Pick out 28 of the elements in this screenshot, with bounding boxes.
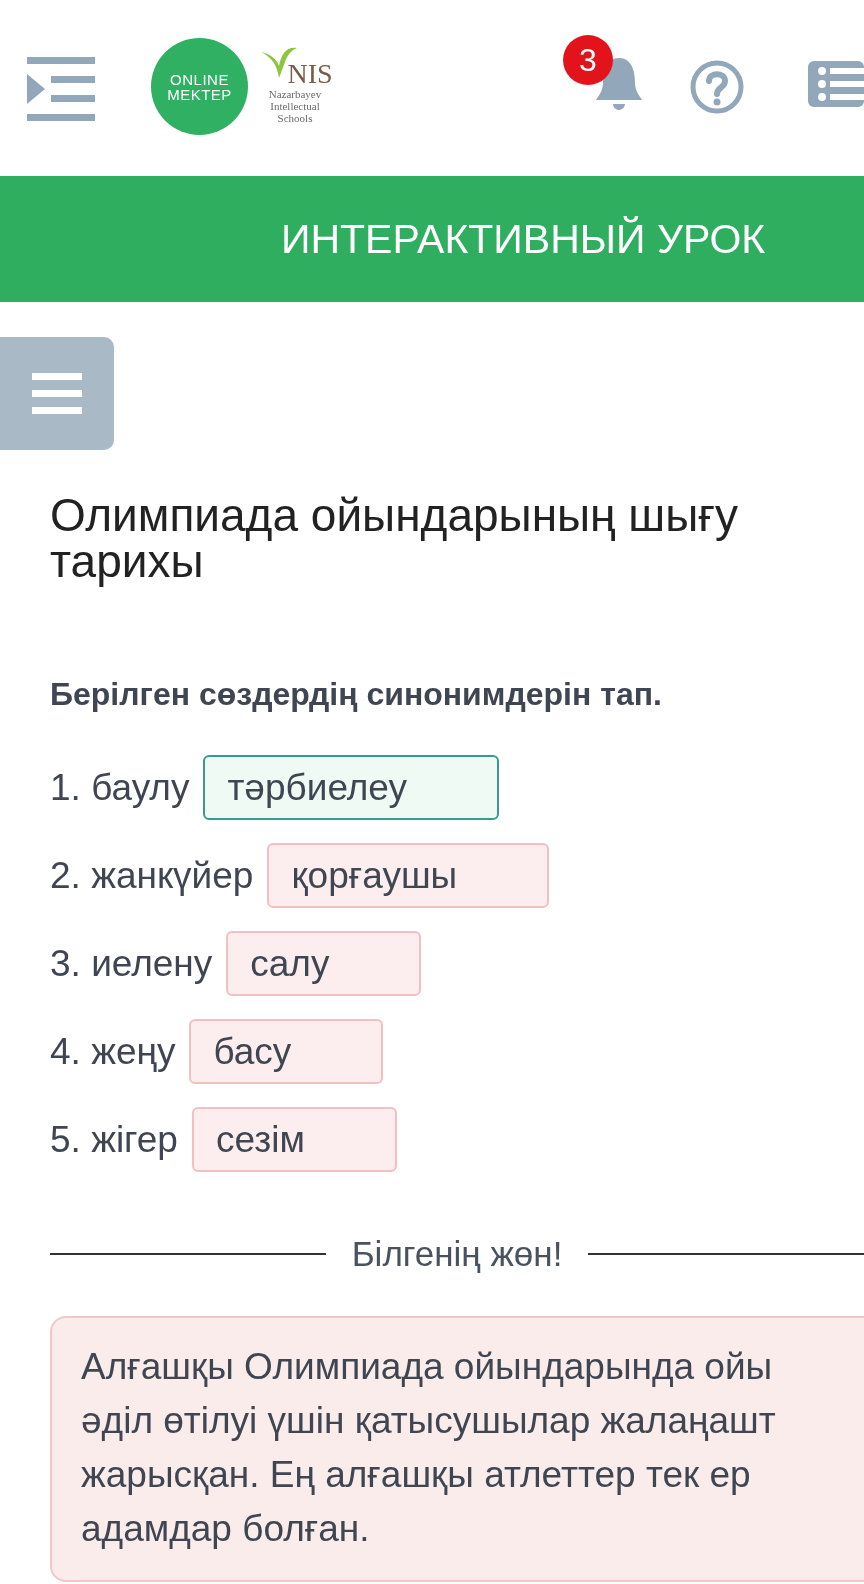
online-mektep-logo: ONLINE MEKTEP xyxy=(151,38,248,135)
help-icon[interactable] xyxy=(690,60,744,114)
instruction: Берілген сөздердің синонимдерін тап. xyxy=(50,676,663,713)
section-heading: Білгенің жөн! xyxy=(351,1234,563,1274)
wrong-answer-field[interactable]: сезім xyxy=(191,1107,397,1172)
wrong-answer-field[interactable]: қорғаушы xyxy=(267,843,550,908)
word-label: 5. жігер xyxy=(50,1118,178,1161)
fact-text: Алғашқы Олимпиада ойындарында ойы xyxy=(81,1345,774,1389)
fact-text: адамдар болған. xyxy=(81,1507,371,1551)
bell-icon[interactable] xyxy=(594,56,644,112)
logo-caption: Intellectual xyxy=(270,100,320,112)
logo-caption: Nazarbayev xyxy=(268,88,322,100)
notification-badge: 3 xyxy=(563,35,613,85)
menu-button[interactable] xyxy=(0,337,114,450)
nis-logo-text: NIS xyxy=(287,60,333,88)
banner-title: ИНТЕРАКТИВНЫЙ УРОК xyxy=(281,215,766,263)
menu-indent-icon[interactable] xyxy=(27,57,95,121)
wrong-answer-field[interactable]: салу xyxy=(226,931,422,996)
word-label: 3. иелену xyxy=(50,942,213,985)
wrong-answer-field[interactable]: басу xyxy=(189,1019,384,1084)
word-label: 2. жанкүйер xyxy=(50,854,254,897)
fact-text: жарысқан. Ең алғашқы атлеттер тек ер xyxy=(81,1453,752,1497)
logo-caption: Schools xyxy=(277,112,313,124)
correct-answer-field[interactable]: тәрбиелеу xyxy=(203,755,499,820)
fact-text: әділ өтілуі үшін қатысушылар жалаңашт xyxy=(81,1399,777,1443)
word-label: 1. баулу xyxy=(50,766,190,809)
word-label: 4. жеңу xyxy=(50,1030,176,1073)
list-icon[interactable] xyxy=(808,61,864,107)
